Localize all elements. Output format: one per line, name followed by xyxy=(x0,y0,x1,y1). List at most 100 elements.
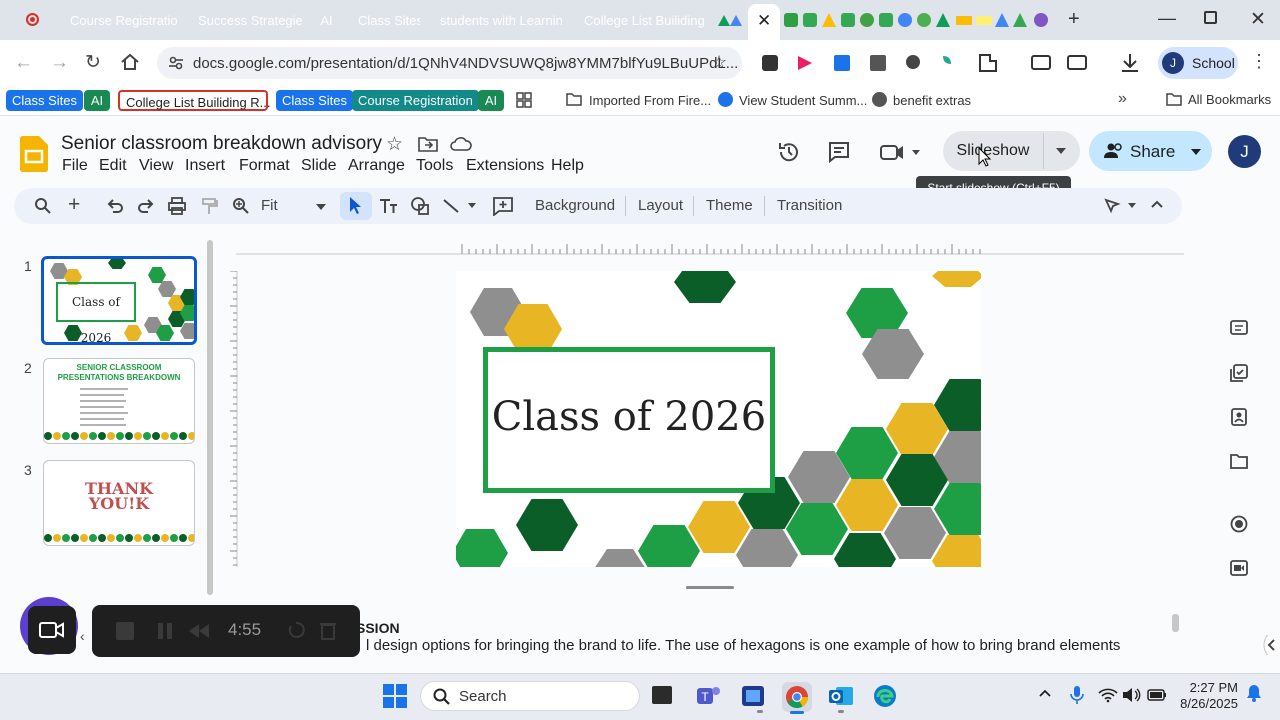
comments-icon[interactable] xyxy=(827,140,851,164)
move-folder-icon[interactable] xyxy=(418,136,438,152)
share-button[interactable]: Share xyxy=(1130,142,1175,162)
shape-icon[interactable] xyxy=(410,196,430,216)
url-text[interactable]: docs.google.com/presentation/d/1QNhV4NDV… xyxy=(193,55,738,72)
contacts-icon[interactable] xyxy=(1230,408,1248,426)
doc-title[interactable]: Senior classroom breakdown advisory xyxy=(61,133,382,155)
wifi-icon[interactable] xyxy=(1098,687,1118,703)
tab-group-class-sites[interactable]: Class Sites xyxy=(350,10,420,31)
delete-recording-icon[interactable] xyxy=(320,620,336,640)
menu-tools[interactable]: Tools xyxy=(416,157,453,175)
battery-icon[interactable] xyxy=(1147,689,1167,701)
record-icon[interactable] xyxy=(1230,515,1248,533)
menu-extensions[interactable]: Extensions xyxy=(466,157,544,175)
filmstrip-scrollbar[interactable] xyxy=(207,240,213,595)
cloud-saved-icon[interactable] xyxy=(450,136,472,152)
theme-button[interactable]: Theme xyxy=(706,197,753,214)
teams-icon[interactable]: T xyxy=(695,684,721,708)
slide-thumbnail-1[interactable]: Class of 2026 xyxy=(41,256,197,345)
menu-file[interactable]: File xyxy=(62,157,88,175)
new-tab-icon[interactable]: + xyxy=(1068,8,1080,31)
pinned-tabs-strip[interactable] xyxy=(782,11,1050,29)
maximize-icon[interactable] xyxy=(1204,11,1217,24)
menu-slide[interactable]: Slide xyxy=(301,157,337,175)
print-icon[interactable] xyxy=(168,197,186,215)
zoom-icon[interactable] xyxy=(232,197,250,215)
bookmark-class-sites-2[interactable]: Class Sites xyxy=(276,90,354,111)
user-avatar[interactable]: J xyxy=(1228,135,1261,168)
chrome-taskbar-button[interactable] xyxy=(782,682,812,712)
transition-button[interactable]: Transition xyxy=(777,197,842,214)
home-icon[interactable] xyxy=(120,53,140,71)
notes-resize-handle[interactable] xyxy=(686,586,734,589)
title-box[interactable]: Class of 2026 xyxy=(483,347,775,493)
share-options-icon[interactable] xyxy=(1190,148,1202,156)
zoom-dropdown-icon[interactable] xyxy=(316,204,326,210)
task-view-icon[interactable] xyxy=(652,686,672,704)
slide-title[interactable]: Class of 2026 xyxy=(488,394,770,440)
tab-group-students[interactable]: students with Learnin xyxy=(432,10,564,31)
rewind-icon[interactable] xyxy=(188,623,210,639)
stop-recording-icon[interactable] xyxy=(116,622,134,640)
menu-insert[interactable]: Insert xyxy=(185,157,225,175)
taskbar-search[interactable]: Search xyxy=(420,681,640,711)
minimize-icon[interactable]: — xyxy=(1158,8,1176,29)
all-bookmarks[interactable]: All Bookmarks xyxy=(1188,92,1271,107)
star-icon[interactable]: ☆ xyxy=(386,133,403,156)
more-bookmarks-icon[interactable]: » xyxy=(1118,90,1127,108)
back-icon[interactable]: ← xyxy=(14,52,33,74)
menu-format[interactable]: Format xyxy=(239,157,290,175)
bookmark-class-sites[interactable]: Class Sites xyxy=(6,90,84,111)
notes-scrollbar[interactable] xyxy=(1172,614,1179,632)
pause-icon[interactable] xyxy=(157,622,173,640)
undo-icon[interactable] xyxy=(106,197,124,215)
bookmark-ai[interactable]: AI xyxy=(84,90,110,111)
insert-comment-icon[interactable] xyxy=(492,196,514,216)
schoology-app-icon[interactable] xyxy=(740,684,766,708)
notes-text[interactable]: l design options for bringing the brand … xyxy=(366,637,1166,654)
address-bar[interactable]: docs.google.com/presentation/d/1QNhV4NDV… xyxy=(157,47,742,79)
microphone-icon[interactable] xyxy=(1070,685,1084,705)
pen-tool-icon[interactable] xyxy=(1104,197,1140,215)
keep-icon[interactable] xyxy=(1230,320,1248,336)
site-settings-icon[interactable] xyxy=(168,55,184,71)
forward-icon[interactable]: → xyxy=(50,52,69,74)
slide-thumbnail-2[interactable]: SENIOR CLASSROOM PRESENTATIONS BREAKDOWN xyxy=(43,358,195,444)
tab-group-success-strategies[interactable]: Success Strategies xyxy=(190,10,302,31)
bookmark-ai-2[interactable]: AI xyxy=(478,90,504,111)
layout-button[interactable]: Layout xyxy=(638,197,683,214)
slide-thumbnail-3[interactable]: THANK YOU!K xyxy=(43,460,195,546)
horizontal-ruler[interactable] xyxy=(236,241,1184,255)
bookmark-course-registration[interactable]: Course Registration xyxy=(352,90,479,111)
bookmark-benefit-extras[interactable]: benefit extras xyxy=(887,90,977,111)
slideshow-button[interactable]: Slideshow xyxy=(943,131,1043,171)
collapse-toolbar-icon[interactable] xyxy=(1150,199,1164,209)
bookmark-star-icon[interactable]: ☆ xyxy=(711,52,727,73)
version-history-icon[interactable] xyxy=(777,140,801,164)
vertical-ruler[interactable] xyxy=(230,271,238,567)
clock-time[interactable]: 2:27 PM xyxy=(1186,680,1238,695)
drive-tab-icons[interactable] xyxy=(716,12,744,28)
menu-arrange[interactable]: Arrange xyxy=(348,157,405,175)
side-panel-toggle-icon[interactable] xyxy=(1262,635,1280,655)
tab-group-ai[interactable]: AI xyxy=(314,10,339,31)
close-tab-icon[interactable]: ✕ xyxy=(757,11,771,31)
bookmark-view-student[interactable]: View Student Summ... xyxy=(733,90,873,111)
redo-icon[interactable] xyxy=(137,197,155,215)
windows-start-icon[interactable] xyxy=(383,684,407,708)
browser-menu-icon[interactable]: ⋮ xyxy=(1250,51,1268,72)
tab-group-college-list[interactable]: College List Builiding xyxy=(576,10,710,31)
clock-date[interactable]: 8/26/2025 xyxy=(1168,696,1238,711)
apps-grid-icon[interactable] xyxy=(516,92,532,108)
slide-canvas[interactable]: Class of 2026 xyxy=(456,271,981,567)
close-window-icon[interactable]: ✕ xyxy=(1250,8,1266,31)
line-tool-icon[interactable] xyxy=(442,197,478,215)
volume-icon[interactable] xyxy=(1122,687,1142,703)
slideshow-options-icon[interactable] xyxy=(1055,147,1067,155)
profile-chip[interactable]: J School xyxy=(1158,47,1238,79)
edge-icon[interactable] xyxy=(872,683,898,709)
search-menus-icon[interactable] xyxy=(34,197,52,215)
tab-group-course-registration[interactable]: Course Registration xyxy=(62,10,178,31)
drive-folder-icon[interactable] xyxy=(1230,453,1248,469)
menu-help[interactable]: Help xyxy=(551,157,584,175)
extensions-strip[interactable] xyxy=(760,50,1160,76)
